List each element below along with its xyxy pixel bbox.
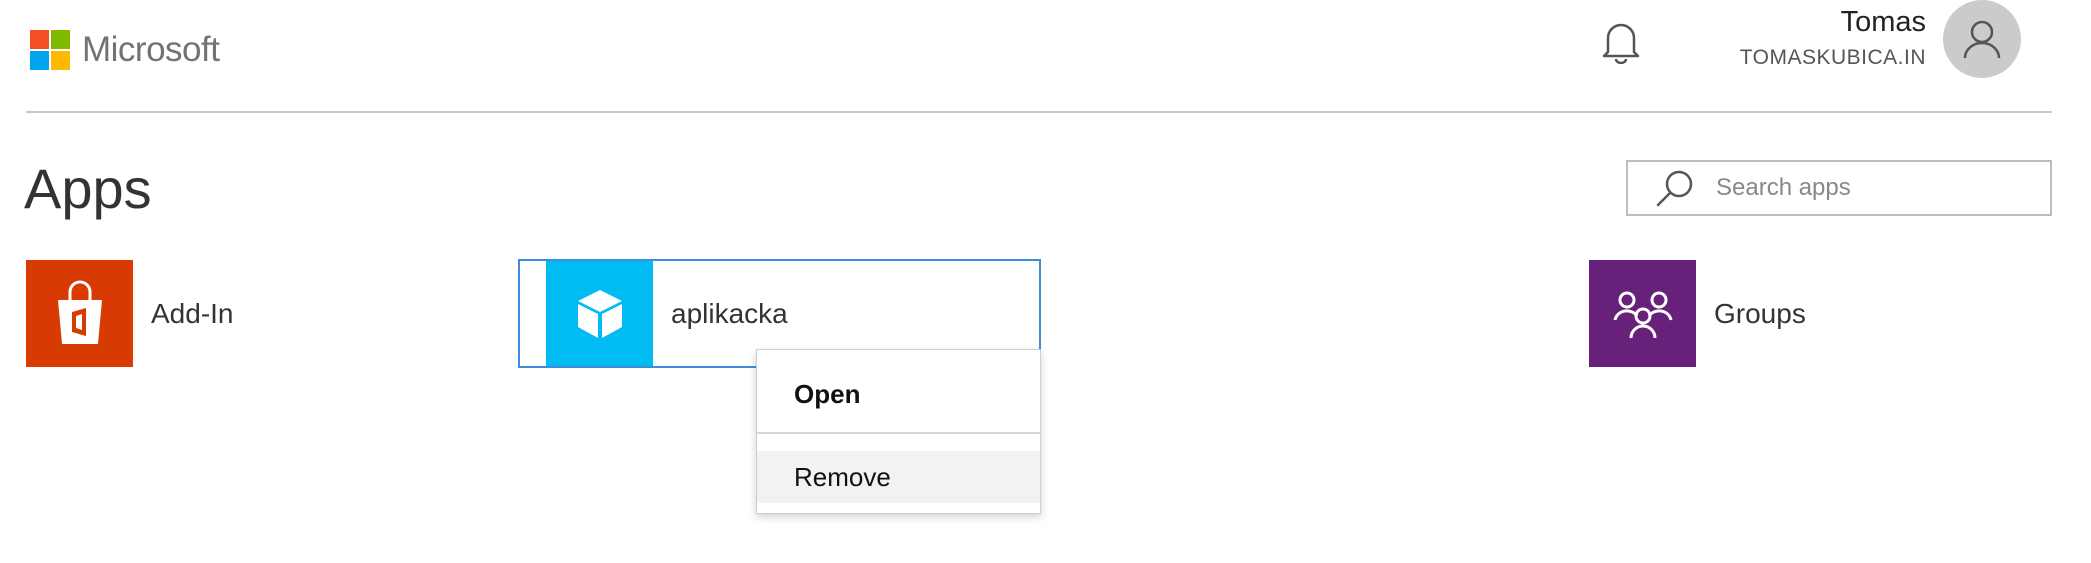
office-store-bag-icon [26, 260, 133, 367]
search-box[interactable] [1626, 160, 2052, 216]
microsoft-logo-icon [30, 30, 70, 70]
page-title: Apps [24, 157, 152, 220]
search-input[interactable] [1714, 173, 2018, 203]
user-avatar-icon[interactable] [1943, 0, 2021, 78]
app-tile-groups[interactable]: Groups [1589, 260, 1806, 367]
cube-icon [546, 261, 653, 366]
app-tile-add-in[interactable]: Add-In [26, 260, 234, 367]
menu-item-remove[interactable]: Remove [757, 451, 1040, 503]
header-divider [26, 111, 2052, 113]
menu-separator [757, 432, 1040, 434]
logo-text: Microsoft [82, 30, 220, 69]
user-name[interactable]: Tomas [1841, 6, 1926, 39]
user-tenant[interactable]: TOMASKUBICA.IN [1740, 46, 1926, 70]
app-label: aplikacka [671, 297, 788, 329]
app-label: Add-In [151, 297, 234, 329]
microsoft-logo[interactable]: Microsoft [30, 28, 230, 72]
groups-icon [1589, 260, 1696, 367]
context-menu: Open Remove [756, 349, 1041, 514]
bell-icon[interactable] [1600, 18, 1642, 65]
app-label: Groups [1714, 297, 1806, 329]
search-icon [1656, 170, 1693, 207]
menu-item-open[interactable]: Open [757, 360, 1040, 428]
